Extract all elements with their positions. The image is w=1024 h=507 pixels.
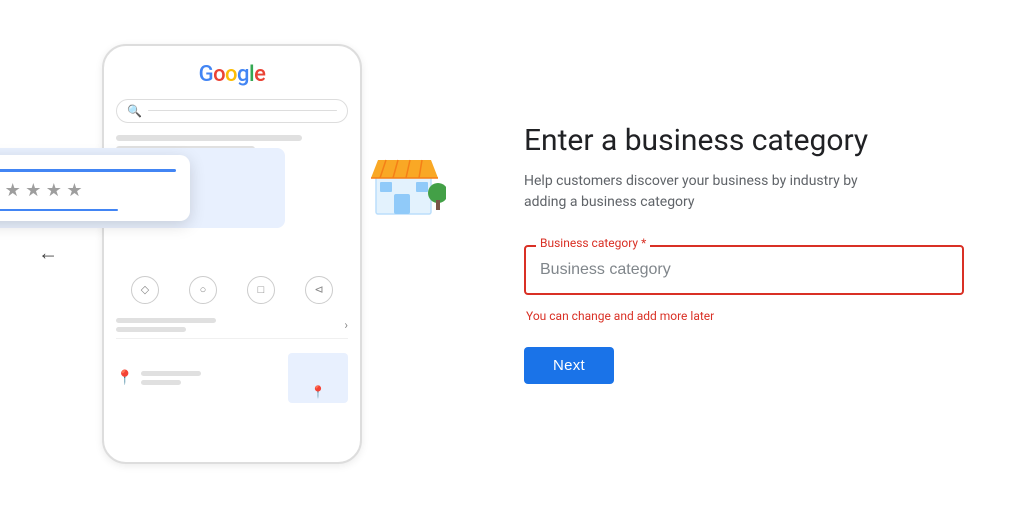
phone-icons-row: ◇ ○ □ ⊲ — [116, 276, 348, 304]
field-hint: You can change and add more later — [526, 309, 964, 323]
content-line-1 — [116, 135, 302, 141]
business-category-label: Business category * — [536, 236, 650, 250]
phone-map-row: 📍 📍 — [116, 353, 348, 403]
page-container: ← Google 🔍 — [0, 0, 1024, 507]
card-blue-line-thin — [0, 209, 118, 211]
business-card: ★ ★ ★ ★ ★ — [0, 155, 190, 221]
list-line-1 — [116, 318, 216, 323]
map-thumbnail: 📍 — [288, 353, 348, 403]
google-logo: Google — [116, 62, 348, 87]
phone-mockup: Google 🔍 ◇ ○ □ — [102, 44, 362, 464]
next-button[interactable]: Next — [524, 347, 614, 384]
phone-icon-circle: ○ — [189, 276, 217, 304]
chevron-right-icon: › — [344, 318, 348, 332]
location-icon-circle: ◇ — [131, 276, 159, 304]
form-subtitle: Help customers discover your business by… — [524, 171, 864, 213]
search-icon-small: 🔍 — [127, 104, 142, 118]
share-icon-circle: ⊲ — [305, 276, 333, 304]
business-category-field-container: Business category * — [524, 245, 964, 295]
form-title: Enter a business category — [524, 123, 964, 159]
map-line-1 — [141, 371, 201, 376]
search-bar: 🔍 — [116, 99, 348, 123]
store-illustration — [366, 138, 446, 222]
map-line-2 — [141, 380, 181, 385]
map-thumbnail-pin: 📍 — [311, 385, 326, 399]
card-stars: ★ ★ ★ ★ ★ — [0, 180, 176, 201]
phone-list-lines — [116, 318, 216, 332]
phone-list-item: › — [116, 312, 348, 339]
business-category-input[interactable] — [524, 245, 964, 295]
map-pin-icon: 📍 — [116, 370, 133, 386]
card-blue-line — [0, 169, 176, 172]
list-line-2 — [116, 327, 186, 332]
left-panel: Google 🔍 ◇ ○ □ — [0, 0, 464, 507]
bookmark-icon-circle: □ — [247, 276, 275, 304]
right-panel: Enter a business category Help customers… — [464, 83, 1024, 424]
